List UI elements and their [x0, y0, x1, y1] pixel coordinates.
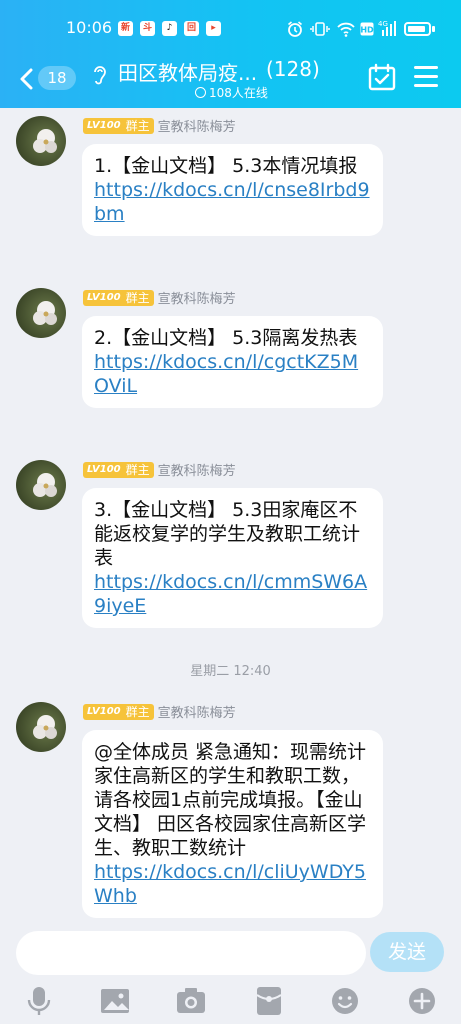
- status-bar: 10:06 新 斗 ♪ 回 ▸ HD 4G: [0, 0, 461, 56]
- message-link[interactable]: https://kdocs.cn/l/cliUyWDY5Whb: [94, 860, 371, 908]
- chevron-left-icon: [20, 68, 33, 90]
- message-meta: LV100 群主 宣教科陈梅芳: [83, 116, 236, 135]
- message-meta: LV100 群主 宣教科陈梅芳: [83, 702, 236, 721]
- emoji-icon[interactable]: [328, 984, 362, 1018]
- send-button[interactable]: 发送: [370, 932, 444, 972]
- time-divider: 星期二 12:40: [190, 664, 271, 679]
- flower-icon: [33, 129, 57, 153]
- message-input[interactable]: [16, 931, 366, 975]
- message-text: 3.【金山文档】 5.3田家庵区不能返校复学的学生及教职工统计表: [94, 499, 361, 569]
- message-bubble[interactable]: 1.【金山文档】 5.3本情况填报 https://kdocs.cn/l/cns…: [82, 144, 383, 236]
- avatar[interactable]: [16, 288, 66, 338]
- level-badge: LV100: [83, 461, 125, 478]
- svg-text:HD: HD: [360, 26, 374, 35]
- ear-icon: [94, 66, 106, 85]
- wifi-icon: [337, 22, 355, 37]
- message-bubble[interactable]: @全体成员 紧急通知：现需统计家住高新区的学生和教职工数，请各校园1点前完成填报…: [82, 730, 383, 918]
- role-badge: 群主: [121, 461, 154, 478]
- online-dot-icon: [195, 87, 206, 98]
- alarm-icon: [287, 21, 303, 37]
- message-link[interactable]: https://kdocs.cn/l/cmmSW6A9iyeE: [94, 570, 371, 618]
- sender-name[interactable]: 宣教科陈梅芳: [158, 288, 236, 307]
- svg-text:4G: 4G: [378, 20, 388, 28]
- online-status: 108人在线: [195, 84, 268, 101]
- chat-header: 10:06 新 斗 ♪ 回 ▸ HD 4G 18 田区教体局疫... (128)…: [0, 0, 461, 108]
- menu-line: [414, 66, 438, 69]
- role-badge: 群主: [121, 703, 154, 720]
- message-text: 2.【金山文档】 5.3隔离发热表: [94, 327, 358, 349]
- flower-icon: [33, 715, 57, 739]
- toolbar: [0, 984, 461, 1020]
- message-link[interactable]: https://kdocs.cn/l/cnse8Irbd9bm: [94, 178, 371, 226]
- menu-line: [414, 75, 438, 78]
- message-meta: LV100 群主 宣教科陈梅芳: [83, 288, 236, 307]
- message-link[interactable]: https://kdocs.cn/l/cgctKZ5MOViL: [94, 350, 371, 398]
- flower-icon: [33, 301, 57, 325]
- status-time: 10:06: [66, 18, 113, 37]
- microphone-icon[interactable]: [22, 984, 56, 1018]
- image-icon[interactable]: [98, 984, 132, 1018]
- level-badge: LV100: [83, 117, 125, 134]
- sender-name[interactable]: 宣教科陈梅芳: [158, 702, 236, 721]
- avatar[interactable]: [16, 116, 66, 166]
- menu-line: [414, 84, 438, 87]
- notification-icon-news: 新: [118, 21, 133, 36]
- flower-icon: [33, 473, 57, 497]
- camera-icon[interactable]: [174, 984, 208, 1018]
- member-count: (128): [266, 57, 320, 81]
- message-text: @全体成员 紧急通知：现需统计家住高新区的学生和教职工数，请各校园1点前完成填报…: [94, 741, 367, 859]
- role-badge: 群主: [121, 117, 154, 134]
- hd-icon: HD: [360, 22, 374, 36]
- notification-icon-app: 回: [184, 21, 199, 36]
- menu-button[interactable]: [414, 66, 438, 88]
- notification-icon-play: ▸: [206, 21, 221, 36]
- notification-icon-tiktok: ♪: [162, 21, 177, 36]
- online-text: 108人在线: [209, 86, 268, 100]
- message-bubble[interactable]: 2.【金山文档】 5.3隔离发热表 https://kdocs.cn/l/cgc…: [82, 316, 383, 408]
- calendar-check-icon[interactable]: [368, 63, 396, 91]
- battery-icon: [404, 22, 431, 36]
- signal-icon: 4G: [378, 20, 396, 36]
- role-badge: 群主: [121, 289, 154, 306]
- level-badge: LV100: [83, 703, 125, 720]
- avatar[interactable]: [16, 460, 66, 510]
- unread-count-badge[interactable]: 18: [38, 66, 76, 90]
- message-text: 1.【金山文档】 5.3本情况填报: [94, 155, 358, 177]
- sender-name[interactable]: 宣教科陈梅芳: [158, 116, 236, 135]
- input-bar: 发送: [0, 920, 461, 1024]
- chat-message-list[interactable]: LV100 群主 宣教科陈梅芳 1.【金山文档】 5.3本情况填报 https://…: [0, 108, 461, 920]
- level-badge: LV100: [83, 289, 125, 306]
- notification-icon-doc: 斗: [140, 21, 155, 36]
- plus-icon[interactable]: [405, 984, 439, 1018]
- message-meta: LV100 群主 宣教科陈梅芳: [83, 460, 236, 479]
- vibrate-icon: [310, 22, 330, 36]
- message-bubble[interactable]: 3.【金山文档】 5.3田家庵区不能返校复学的学生及教职工统计表 https:/…: [82, 488, 383, 628]
- sender-name[interactable]: 宣教科陈梅芳: [158, 460, 236, 479]
- avatar[interactable]: [16, 702, 66, 752]
- group-title[interactable]: 田区教体局疫...: [118, 57, 257, 86]
- battery-cap: [432, 26, 435, 32]
- red-packet-icon[interactable]: [252, 984, 286, 1018]
